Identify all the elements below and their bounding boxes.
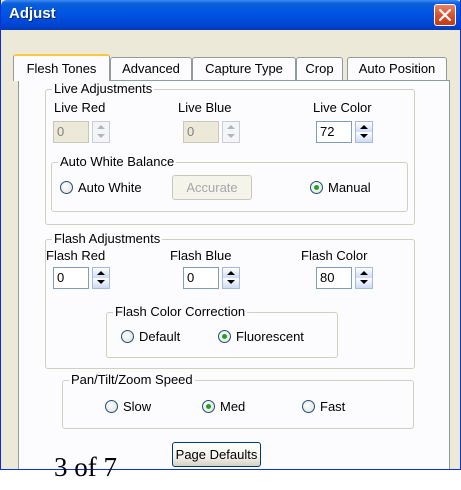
tab-capture-type[interactable]: Capture Type: [192, 57, 296, 80]
slow-radio[interactable]: Slow: [105, 399, 175, 415]
slow-radio-label: Slow: [123, 399, 152, 414]
default-radio-label: Default: [139, 329, 181, 344]
live-red-down-button[interactable]: [93, 132, 109, 142]
flash-color-correction-label: Flash Color Correction: [113, 304, 248, 320]
live-color-down-button[interactable]: [356, 132, 372, 142]
med-radio[interactable]: Med: [202, 399, 272, 415]
manual-radio-dot[interactable]: [310, 181, 323, 194]
flash-blue-label: Flash Blue: [170, 248, 232, 263]
live-color-spinner[interactable]: [355, 121, 373, 143]
spin-up-icon: [227, 271, 235, 275]
flash-red-spinner[interactable]: [92, 267, 110, 289]
flash-blue-down-button[interactable]: [223, 278, 239, 288]
live-blue-spinner[interactable]: [222, 121, 240, 143]
auto-white-radio-dot[interactable]: [60, 181, 73, 194]
live-color-label: Live Color: [313, 100, 372, 115]
spin-down-icon: [227, 134, 235, 138]
flash-adjustments-group: Flash Adjustments Flash Red 0 Flash Blue…: [45, 231, 415, 369]
auto-white-radio-label: Auto White: [78, 180, 142, 195]
live-red-label: Live Red: [54, 100, 106, 115]
live-blue-down-button[interactable]: [223, 132, 239, 142]
flash-blue-spinner[interactable]: [222, 267, 240, 289]
pan-tilt-zoom-speed-label: Pan/Tilt/Zoom Speed: [69, 372, 195, 388]
spin-up-icon: [360, 125, 368, 129]
spin-down-icon: [360, 134, 368, 138]
flash-red-down-button[interactable]: [93, 278, 109, 288]
live-red-spinner[interactable]: [92, 121, 110, 143]
live-color-field[interactable]: 72: [316, 121, 352, 143]
spin-down-icon: [97, 280, 105, 284]
med-radio-dot[interactable]: [202, 400, 215, 413]
fast-radio-dot[interactable]: [302, 400, 315, 413]
live-blue-field[interactable]: 0: [183, 121, 219, 143]
live-blue-up-button[interactable]: [223, 122, 239, 132]
spin-up-icon: [227, 125, 235, 129]
window-title: Adjust: [9, 5, 56, 22]
flash-red-field[interactable]: 0: [53, 267, 89, 289]
accurate-button[interactable]: Accurate: [172, 175, 252, 200]
fast-radio-label: Fast: [320, 399, 346, 414]
auto-white-balance-group: Auto White Balance Auto White Accurate M…: [51, 154, 408, 212]
live-red-up-button[interactable]: [93, 122, 109, 132]
live-color-up-button[interactable]: [356, 122, 372, 132]
flash-blue-field[interactable]: 0: [183, 267, 219, 289]
default-radio[interactable]: Default: [121, 329, 201, 345]
flash-color-spinner[interactable]: [355, 267, 373, 289]
adjust-dialog: Adjust Flesh Tones Advanced Capture Type…: [0, 0, 461, 470]
med-radio-label: Med: [220, 399, 246, 414]
flash-red-up-button[interactable]: [93, 268, 109, 278]
slow-radio-dot[interactable]: [105, 400, 118, 413]
auto-white-radio[interactable]: Auto White: [60, 180, 160, 196]
fluorescent-radio[interactable]: Fluorescent: [218, 329, 328, 345]
title-bar[interactable]: Adjust: [1, 0, 460, 30]
default-radio-dot[interactable]: [121, 330, 134, 343]
flash-color-label: Flash Color: [301, 248, 368, 263]
spin-up-icon: [360, 271, 368, 275]
manual-radio[interactable]: Manual: [310, 180, 390, 196]
close-icon: [439, 9, 451, 21]
spin-down-icon: [227, 280, 235, 284]
flash-adjustments-label: Flash Adjustments: [52, 231, 163, 247]
spin-down-icon: [97, 134, 105, 138]
flash-blue-up-button[interactable]: [223, 268, 239, 278]
flesh-tones-panel: Live Adjustments Live Red 0 Live Blue 0 …: [18, 80, 450, 469]
spin-up-icon: [97, 125, 105, 129]
tab-flesh-tones[interactable]: Flesh Tones: [13, 54, 110, 81]
fast-radio[interactable]: Fast: [302, 399, 372, 415]
manual-radio-label: Manual: [328, 180, 371, 195]
flash-color-field[interactable]: 80: [316, 267, 352, 289]
flash-color-down-button[interactable]: [356, 278, 372, 288]
page-number: 3 of 7: [54, 452, 117, 482]
flash-color-up-button[interactable]: [356, 268, 372, 278]
tab-advanced[interactable]: Advanced: [110, 57, 192, 80]
pan-tilt-zoom-speed-group: Pan/Tilt/Zoom Speed Slow Med Fast: [62, 372, 414, 429]
fluorescent-radio-label: Fluorescent: [236, 329, 304, 344]
live-adjustments-group: Live Adjustments Live Red 0 Live Blue 0 …: [45, 81, 415, 225]
spin-up-icon: [97, 271, 105, 275]
flash-color-correction-group: Flash Color Correction Default Fluoresce…: [106, 304, 338, 358]
live-blue-label: Live Blue: [178, 100, 232, 115]
spin-down-icon: [360, 280, 368, 284]
live-red-field[interactable]: 0: [53, 121, 89, 143]
close-button[interactable]: [434, 4, 456, 26]
flash-red-label: Flash Red: [46, 248, 106, 263]
live-adjustments-label: Live Adjustments: [52, 81, 155, 97]
fluorescent-radio-dot[interactable]: [218, 330, 231, 343]
auto-white-balance-label: Auto White Balance: [58, 154, 177, 170]
tab-crop[interactable]: Crop: [296, 57, 343, 80]
tab-auto-position[interactable]: Auto Position: [347, 57, 447, 80]
page-defaults-button[interactable]: Page Defaults: [172, 442, 261, 467]
